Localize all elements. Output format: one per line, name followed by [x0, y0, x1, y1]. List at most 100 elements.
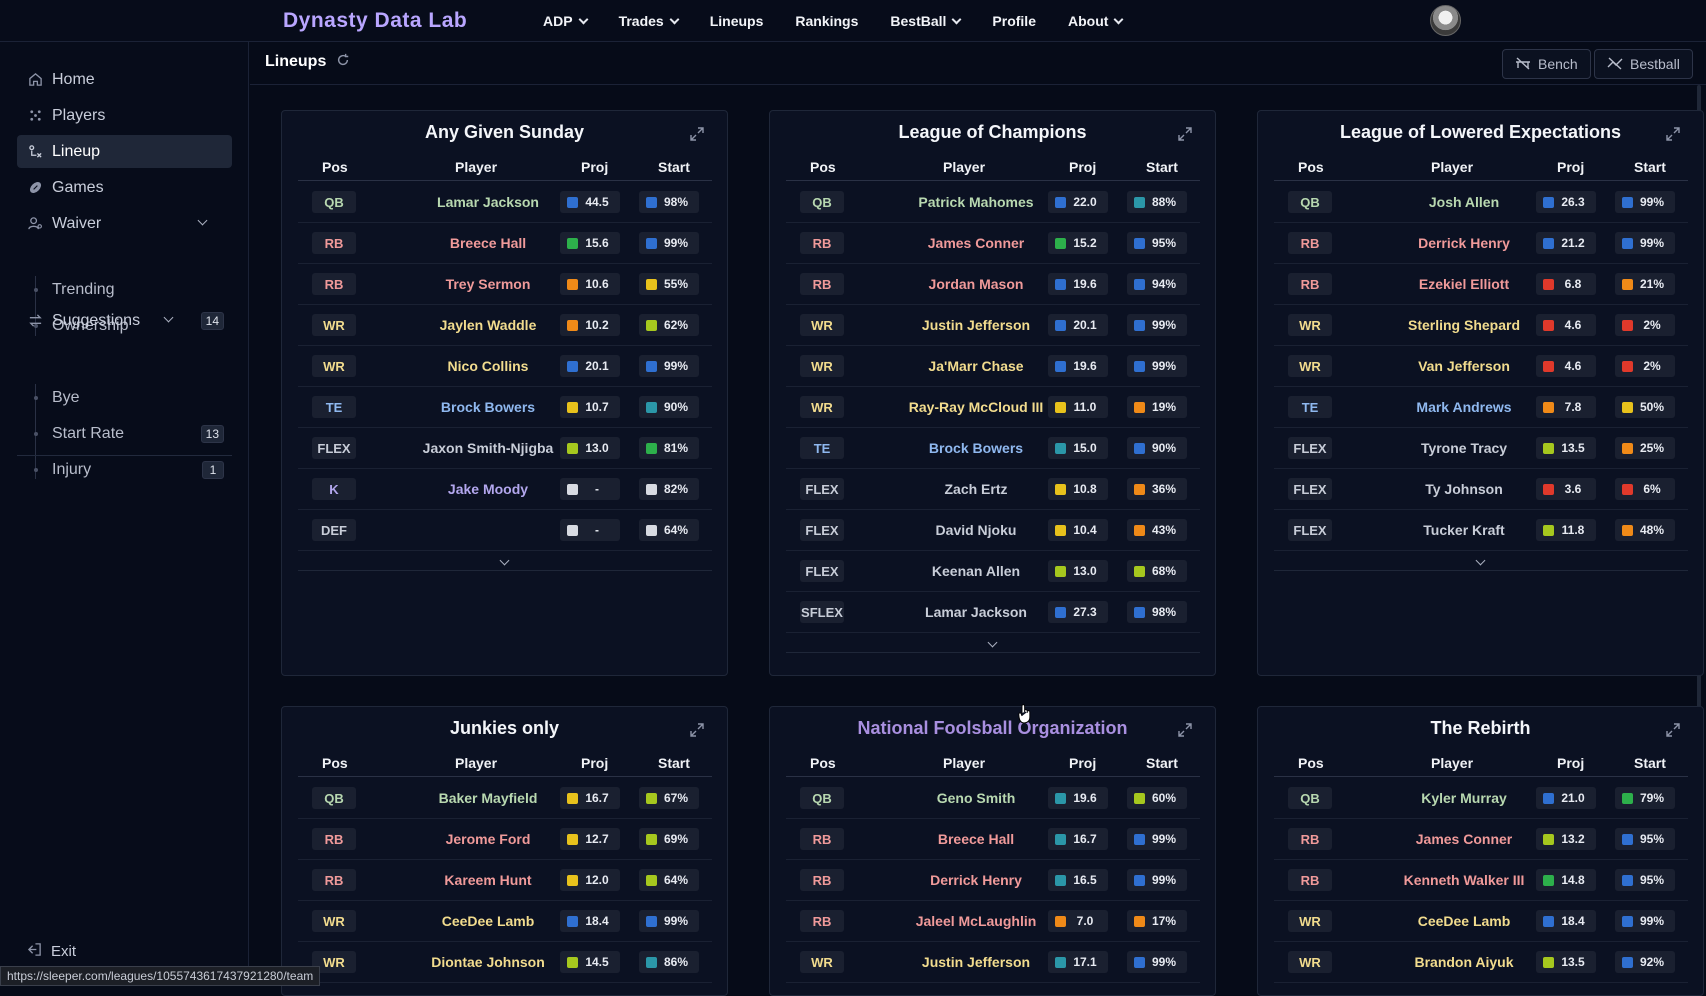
table-row[interactable]: WR Justin Jefferson 17.1 99% [786, 942, 1200, 983]
sidebar-item-home[interactable]: Home [17, 63, 232, 96]
show-more-toggle[interactable] [298, 555, 712, 571]
table-row[interactable]: FLEX Zach Ertz 10.8 36% [786, 469, 1200, 510]
table-row[interactable]: RB Kenneth Walker III 14.8 95% [1274, 860, 1688, 901]
expand-icon[interactable] [1177, 722, 1193, 738]
table-row[interactable]: QB Josh Allen 26.3 99% [1274, 182, 1688, 223]
player-name[interactable]: Josh Allen [1364, 194, 1564, 210]
nav-item-adp[interactable]: ADP [543, 13, 589, 29]
table-row[interactable]: WR CeeDee Lamb 18.4 99% [298, 901, 712, 942]
player-name[interactable]: Sterling Shepard [1364, 317, 1564, 333]
player-name[interactable]: Jaleel McLaughlin [876, 913, 1076, 929]
league-title[interactable]: Any Given Sunday [282, 122, 727, 143]
user-avatar[interactable] [1430, 5, 1461, 36]
sidebar-item-trending[interactable]: Trending [34, 275, 232, 305]
table-row[interactable]: WR Ja'Marr Chase 19.6 99% [786, 346, 1200, 387]
player-name[interactable]: Brock Bowers [388, 399, 588, 415]
player-name[interactable]: Derrick Henry [1364, 235, 1564, 251]
chevron-down-icon[interactable] [163, 312, 174, 323]
league-title[interactable]: The Rebirth [1258, 718, 1703, 739]
player-name[interactable]: Mark Andrews [1364, 399, 1564, 415]
table-row[interactable]: RB Kareem Hunt 12.0 64% [298, 860, 712, 901]
player-name[interactable]: Kareem Hunt [388, 872, 588, 888]
table-row[interactable]: QB Geno Smith 19.6 60% [786, 778, 1200, 819]
column-header-proj[interactable]: Proj [581, 755, 608, 771]
player-name[interactable]: James Conner [876, 235, 1076, 251]
column-header-player[interactable]: Player [943, 755, 985, 771]
player-name[interactable]: Ezekiel Elliott [1364, 276, 1564, 292]
table-row[interactable]: WR Justin Jefferson 20.1 99% [786, 305, 1200, 346]
table-row[interactable]: TE Brock Bowers 15.0 90% [786, 428, 1200, 469]
table-row[interactable]: FLEX Jaxon Smith-Njigba 13.0 81% [298, 428, 712, 469]
nav-item-bestball[interactable]: BestBall [890, 13, 962, 29]
table-row[interactable]: WR Jaylen Waddle 10.2 62% [298, 305, 712, 346]
table-row[interactable]: RB Derrick Henry 16.5 99% [786, 860, 1200, 901]
player-name[interactable]: CeeDee Lamb [1364, 913, 1564, 929]
table-row[interactable]: RB Trey Sermon 10.6 55% [298, 264, 712, 305]
table-row[interactable]: WR Ray-Ray McCloud III 11.0 19% [786, 387, 1200, 428]
column-header-player[interactable]: Player [1431, 755, 1473, 771]
show-more-toggle[interactable] [1274, 555, 1688, 571]
player-name[interactable]: Jake Moody [388, 481, 588, 497]
column-header-start[interactable]: Start [1634, 755, 1666, 771]
player-name[interactable]: Jerome Ford [388, 831, 588, 847]
column-header-player[interactable]: Player [943, 159, 985, 175]
column-header-start[interactable]: Start [1634, 159, 1666, 175]
table-row[interactable]: WR Diontae Johnson 14.5 86% [298, 942, 712, 983]
league-title[interactable]: League of Lowered Expectations [1258, 122, 1703, 143]
table-row[interactable]: RB Breece Hall 16.7 99% [786, 819, 1200, 860]
player-name[interactable]: Baker Mayfield [388, 790, 588, 806]
expand-icon[interactable] [1665, 126, 1681, 142]
nav-item-profile[interactable]: Profile [992, 13, 1036, 29]
player-name[interactable]: Lamar Jackson [876, 604, 1076, 620]
refresh-icon[interactable] [336, 53, 350, 71]
table-row[interactable]: RB Derrick Henry 21.2 99% [1274, 223, 1688, 264]
expand-icon[interactable] [689, 722, 705, 738]
table-row[interactable]: RB Jaleel McLaughlin 7.0 17% [786, 901, 1200, 942]
table-row[interactable]: FLEX David Njoku 10.4 43% [786, 510, 1200, 551]
table-row[interactable]: QB Kyler Murray 21.0 79% [1274, 778, 1688, 819]
column-header-player[interactable]: Player [455, 755, 497, 771]
player-name[interactable]: Jaxon Smith-Njigba [388, 440, 588, 456]
column-header-player[interactable]: Player [1431, 159, 1473, 175]
table-row[interactable]: QB Baker Mayfield 16.7 67% [298, 778, 712, 819]
player-name[interactable]: Brandon Aiyuk [1364, 954, 1564, 970]
player-name[interactable]: Kenneth Walker III [1364, 872, 1564, 888]
player-name[interactable]: Geno Smith [876, 790, 1076, 806]
player-name[interactable]: Ray-Ray McCloud III [876, 399, 1076, 415]
table-row[interactable]: WR Sterling Shepard 4.6 2% [1274, 305, 1688, 346]
sidebar-item-players[interactable]: Players [17, 99, 232, 132]
table-row[interactable]: TE Brock Bowers 10.7 90% [298, 387, 712, 428]
column-header-pos[interactable]: Pos [322, 755, 348, 771]
league-title[interactable]: Junkies only [282, 718, 727, 739]
table-row[interactable]: RB Jordan Mason 19.6 94% [786, 264, 1200, 305]
column-header-proj[interactable]: Proj [1069, 159, 1096, 175]
table-row[interactable]: SFLEX Lamar Jackson 27.3 98% [786, 592, 1200, 633]
player-name[interactable]: Breece Hall [876, 831, 1076, 847]
column-header-proj[interactable]: Proj [1557, 159, 1584, 175]
table-row[interactable]: RB James Conner 15.2 95% [786, 223, 1200, 264]
player-name[interactable]: Trey Sermon [388, 276, 588, 292]
table-row[interactable]: QB Lamar Jackson 44.5 98% [298, 182, 712, 223]
player-name[interactable]: Ja'Marr Chase [876, 358, 1076, 374]
player-name[interactable]: Diontae Johnson [388, 954, 588, 970]
sidebar-item-start-rate[interactable]: Start Rate 13 [34, 419, 232, 449]
column-header-start[interactable]: Start [658, 755, 690, 771]
table-row[interactable]: WR Brandon Aiyuk 13.5 92% [1274, 942, 1688, 983]
player-name[interactable]: CeeDee Lamb [388, 913, 588, 929]
table-row[interactable]: QB Patrick Mahomes 22.0 88% [786, 182, 1200, 223]
table-row[interactable]: WR Nico Collins 20.1 99% [298, 346, 712, 387]
nav-item-about[interactable]: About [1068, 13, 1124, 29]
sidebar-item-games[interactable]: Games [17, 171, 232, 204]
player-name[interactable]: Tyrone Tracy [1364, 440, 1564, 456]
column-header-pos[interactable]: Pos [1298, 755, 1324, 771]
league-title[interactable]: National Foolsball Organization [770, 718, 1215, 739]
table-row[interactable]: RB Breece Hall 15.6 99% [298, 223, 712, 264]
column-header-proj[interactable]: Proj [581, 159, 608, 175]
player-name[interactable]: Zach Ertz [876, 481, 1076, 497]
expand-icon[interactable] [1665, 722, 1681, 738]
column-header-pos[interactable]: Pos [810, 159, 836, 175]
league-title[interactable]: League of Champions [770, 122, 1215, 143]
table-row[interactable]: TE Mark Andrews 7.8 50% [1274, 387, 1688, 428]
column-header-start[interactable]: Start [1146, 159, 1178, 175]
player-name[interactable]: Brock Bowers [876, 440, 1076, 456]
